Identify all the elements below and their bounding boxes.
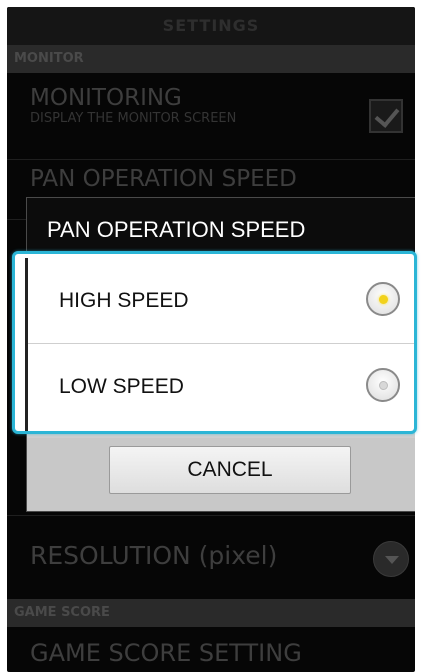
radio-dot [379, 381, 388, 390]
chevron-down-icon[interactable] [373, 541, 409, 577]
speed-options-list: HIGH SPEED LOW SPEED [12, 251, 417, 434]
option-label: LOW SPEED [59, 375, 184, 398]
radio-dot [379, 295, 388, 304]
resolution-title: RESOLUTION (pixel) [30, 541, 278, 570]
screen-title: SETTINGS [7, 7, 415, 45]
dialog-footer: CANCEL [27, 438, 415, 511]
options-inner: HIGH SPEED LOW SPEED [25, 258, 414, 431]
monitoring-row[interactable]: MONITORING DISPLAY THE MONITOR SCREEN [7, 73, 415, 160]
divider [7, 515, 415, 516]
radio-selected-icon[interactable] [366, 282, 400, 316]
game-score-setting-title: GAME SCORE SETTING [30, 639, 302, 667]
option-high-speed[interactable]: HIGH SPEED [28, 258, 414, 344]
monitoring-checkbox[interactable] [369, 99, 403, 133]
monitoring-title: MONITORING [30, 85, 182, 111]
monitoring-subtitle: DISPLAY THE MONITOR SCREEN [30, 111, 237, 126]
section-header-monitor: MONITOR [7, 45, 415, 73]
resolution-row[interactable]: RESOLUTION (pixel) [7, 519, 415, 599]
cancel-button[interactable]: CANCEL [109, 446, 351, 494]
game-score-setting-row[interactable]: GAME SCORE SETTING [7, 627, 415, 672]
dialog-title: PAN OPERATION SPEED [27, 198, 415, 258]
pan-operation-speed-title: PAN OPERATION SPEED [30, 166, 297, 192]
radio-unselected-icon[interactable] [366, 368, 400, 402]
section-header-game-score: GAME SCORE [7, 599, 415, 627]
option-label: HIGH SPEED [59, 289, 189, 312]
option-low-speed[interactable]: LOW SPEED [28, 344, 414, 430]
